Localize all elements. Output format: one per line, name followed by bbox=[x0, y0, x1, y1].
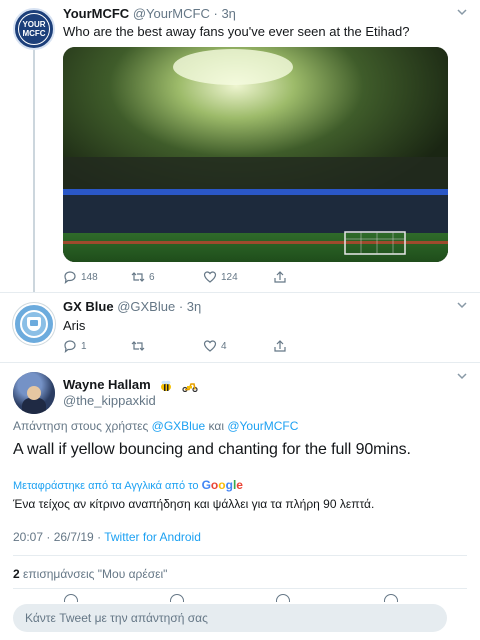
display-name[interactable]: YourMCFC bbox=[63, 6, 129, 21]
tweet-yourmcfc[interactable]: YOUR MCFC YourMCFC @YourMCFC · 3η Who ar… bbox=[0, 0, 480, 292]
retweet-icon[interactable] bbox=[170, 594, 184, 602]
retweet-button[interactable]: 6 bbox=[131, 270, 203, 284]
share-button[interactable] bbox=[273, 270, 287, 284]
reply-icon bbox=[64, 271, 76, 284]
share-icon[interactable] bbox=[384, 594, 398, 602]
translate-label[interactable]: Μεταφράστηκε από τα Αγγλικά από το bbox=[13, 480, 199, 492]
likes-summary[interactable]: 2 επισημάνσεις "Μου αρέσει" bbox=[13, 567, 167, 581]
retweet-button[interactable] bbox=[131, 339, 203, 353]
avatar[interactable] bbox=[13, 303, 55, 345]
display-name-row[interactable]: Wayne Hallam bbox=[63, 377, 198, 392]
club-crest-icon bbox=[27, 317, 41, 331]
tweet-timestamp[interactable]: 20:07 · 26/7/19 · bbox=[13, 530, 104, 544]
translated-text: Ένα τείχος αν κίτρινο αναπήδηση και ψάλλ… bbox=[13, 497, 375, 511]
avatar[interactable] bbox=[13, 372, 55, 414]
share-icon bbox=[274, 271, 286, 283]
tweet-meta: 20:07 · 26/7/19 · Twitter for Android bbox=[13, 530, 201, 544]
handle[interactable]: @YourMCFC bbox=[133, 6, 210, 21]
divider bbox=[0, 362, 480, 363]
tweet-client[interactable]: Twitter for Android bbox=[104, 530, 201, 544]
likes-label: επισημάνσεις "Μου αρέσει" bbox=[23, 567, 168, 581]
chevron-down-icon[interactable] bbox=[456, 370, 468, 382]
chevron-down-icon[interactable] bbox=[456, 6, 468, 18]
scooter-icon bbox=[182, 382, 198, 392]
reply-composer[interactable] bbox=[13, 604, 447, 632]
like-count: 124 bbox=[221, 271, 238, 283]
tweet-text: A wall if yellow bouncing and chanting f… bbox=[13, 441, 411, 458]
like-count: 4 bbox=[221, 340, 227, 352]
tweet-actions: 148 6 124 bbox=[63, 270, 363, 284]
reply-conjunction: και bbox=[208, 419, 224, 433]
bee-icon bbox=[161, 380, 172, 391]
reply-button[interactable]: 148 bbox=[63, 270, 131, 284]
timestamp[interactable]: 3η bbox=[221, 6, 235, 21]
handle[interactable]: @the_kippaxkid bbox=[63, 393, 156, 408]
reply-icon bbox=[64, 340, 76, 353]
retweet-icon bbox=[131, 341, 145, 351]
chevron-down-icon[interactable] bbox=[456, 299, 468, 311]
reply-user-gxblue[interactable]: @GXBlue bbox=[152, 419, 206, 433]
tweet-actions: 1 4 bbox=[63, 339, 363, 353]
action-bar-partial bbox=[0, 594, 480, 602]
tweet-header: GX Blue @GXBlue · 3η bbox=[63, 299, 202, 314]
share-icon bbox=[274, 340, 286, 352]
tweet-photo[interactable] bbox=[63, 47, 448, 262]
like-button[interactable]: 124 bbox=[203, 270, 273, 284]
replying-to: Απάντηση στους χρήστες @GXBlue και @Your… bbox=[13, 419, 298, 433]
share-button[interactable] bbox=[273, 339, 287, 353]
display-name[interactable]: GX Blue bbox=[63, 299, 114, 314]
avatar-text: YOUR MCFC bbox=[22, 20, 46, 38]
tweet-header: YourMCFC @YourMCFC · 3η bbox=[63, 6, 236, 21]
divider bbox=[0, 292, 480, 293]
display-name[interactable]: Wayne Hallam bbox=[63, 377, 151, 392]
heart-icon[interactable] bbox=[276, 594, 290, 602]
reply-icon[interactable] bbox=[64, 594, 78, 602]
reply-count: 148 bbox=[81, 271, 98, 283]
google-logo: Google bbox=[201, 478, 243, 492]
retweet-count: 6 bbox=[149, 271, 155, 283]
reply-count: 1 bbox=[81, 340, 87, 352]
heart-icon bbox=[203, 340, 217, 352]
tweet-text: Aris bbox=[63, 318, 86, 333]
reply-input[interactable] bbox=[13, 604, 447, 632]
tweet-text: Who are the best away fans you've ever s… bbox=[63, 24, 410, 39]
reply-prefix: Απάντηση στους χρήστες bbox=[13, 419, 149, 433]
divider bbox=[13, 588, 467, 589]
reply-button[interactable]: 1 bbox=[63, 339, 131, 353]
divider bbox=[13, 555, 467, 556]
retweet-icon bbox=[131, 272, 145, 282]
likes-count: 2 bbox=[13, 567, 20, 581]
heart-icon bbox=[203, 271, 217, 283]
like-button[interactable]: 4 bbox=[203, 339, 273, 353]
avatar[interactable]: YOUR MCFC bbox=[13, 8, 55, 50]
timestamp[interactable]: 3η bbox=[187, 299, 201, 314]
translation-attribution[interactable]: Μεταφράστηκε από τα Αγγλικά από το Googl… bbox=[13, 478, 243, 492]
reply-user-yourmcfc[interactable]: @YourMCFC bbox=[227, 419, 298, 433]
handle[interactable]: @GXBlue bbox=[117, 299, 175, 314]
